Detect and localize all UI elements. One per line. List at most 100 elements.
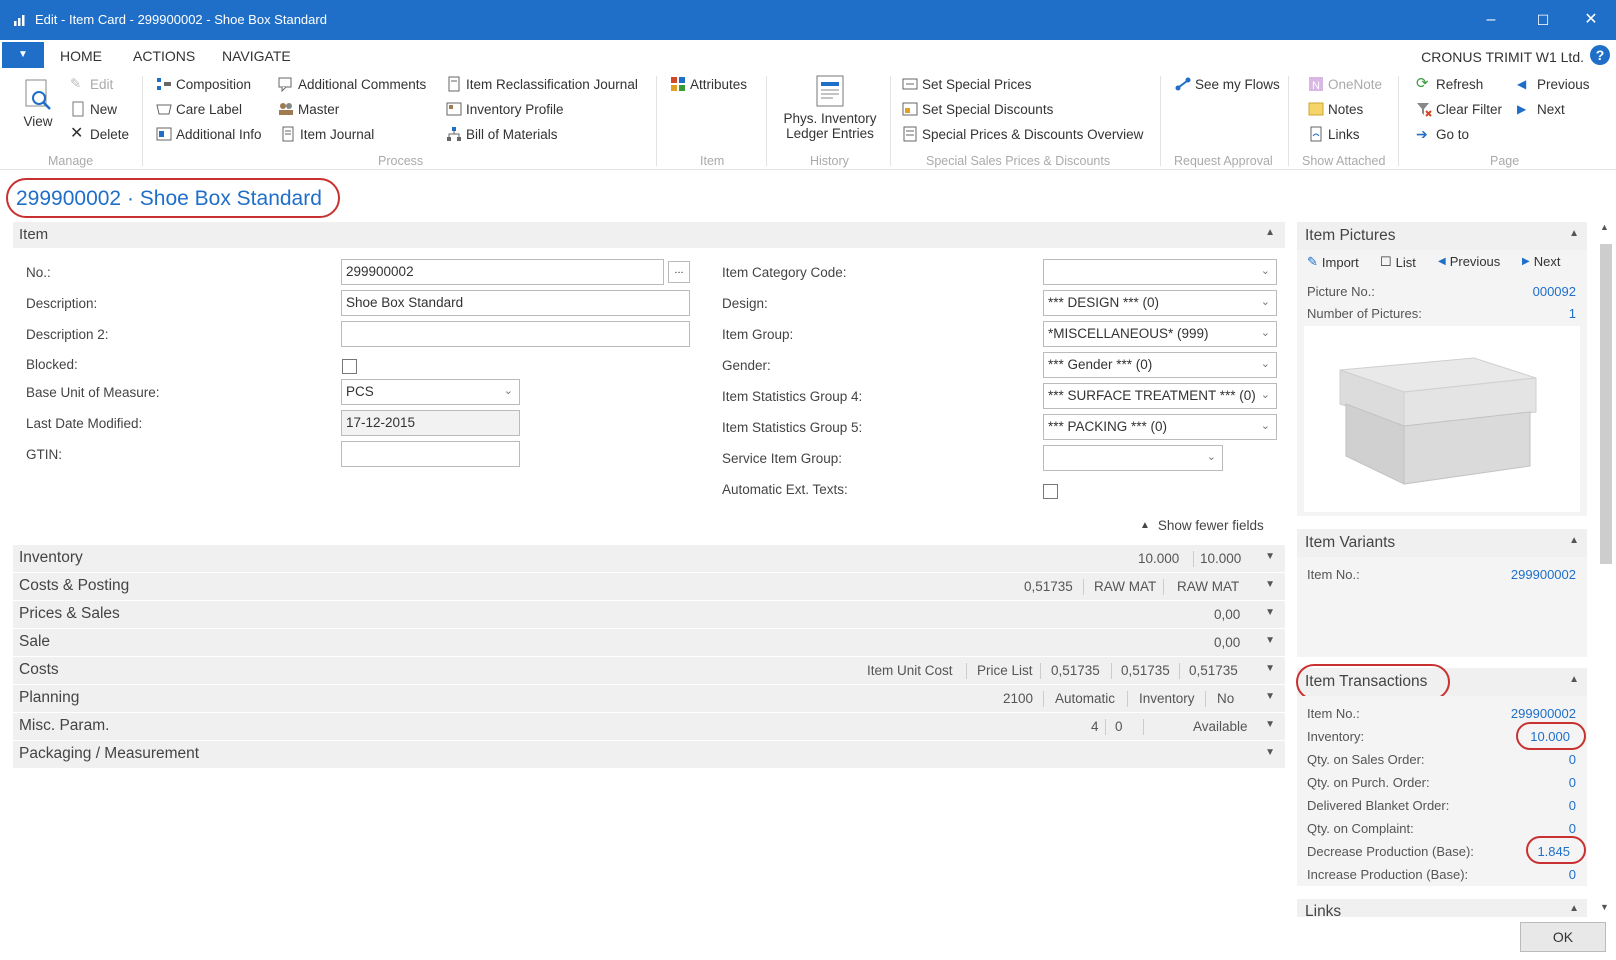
fasttab-value: Available xyxy=(1193,719,1248,734)
fasttab-sale[interactable]: Sale 0,00 ▼ xyxy=(13,629,1285,656)
factbox-header-pictures[interactable]: Item Pictures ▲ xyxy=(1297,222,1587,250)
item-reclass-journal-button[interactable]: Item Reclassification Journal xyxy=(446,76,638,92)
onenote-button[interactable]: N OneNote xyxy=(1308,76,1382,92)
base-uom-select[interactable]: PCS ⌄ xyxy=(341,379,520,405)
application-menu-button[interactable]: ▼ xyxy=(2,42,44,68)
group-select[interactable]: *MISCELLANEOUS* (999) ⌄ xyxy=(1043,321,1277,347)
new-button[interactable]: New xyxy=(70,101,117,117)
design-select[interactable]: *** DESIGN *** (0) ⌄ xyxy=(1043,290,1277,316)
maximize-button[interactable]: ☐ xyxy=(1528,8,1558,32)
description2-field[interactable] xyxy=(341,321,690,347)
fasttab-value: Price List xyxy=(977,663,1033,678)
show-fewer-fields-link[interactable]: ▲ Show fewer fields xyxy=(1140,518,1264,533)
gtin-field[interactable] xyxy=(341,441,520,467)
fasttab-costs-posting[interactable]: Costs & Posting 0,51735 RAW MAT RAW MAT … xyxy=(13,573,1285,600)
qty-complaint-value[interactable]: 0 xyxy=(1569,821,1576,836)
tab-actions[interactable]: ACTIONS xyxy=(133,48,195,64)
qty-sales-order-value[interactable]: 0 xyxy=(1569,752,1576,767)
group-label-history: History xyxy=(810,154,849,168)
fasttab-planning[interactable]: Planning 2100 Automatic Inventory No ▼ xyxy=(13,685,1285,712)
page-title: 299900002 · Shoe Box Standard xyxy=(16,187,322,210)
close-button[interactable]: ✕ xyxy=(1576,8,1606,32)
scroll-down-icon[interactable]: ▼ xyxy=(1600,902,1609,912)
fasttab-costs[interactable]: Costs Item Unit Cost Price List 0,51735 … xyxy=(13,657,1285,684)
attributes-button[interactable]: Attributes xyxy=(670,76,747,92)
assist-edit-button[interactable]: ... xyxy=(668,261,690,283)
composition-button[interactable]: Composition xyxy=(156,76,251,92)
tab-home[interactable]: HOME xyxy=(60,48,102,64)
chevron-down-icon: ▼ xyxy=(1265,607,1275,618)
description-field[interactable]: Shoe Box Standard xyxy=(341,290,690,316)
transactions-item-no-value[interactable]: 299900002 xyxy=(1511,706,1576,721)
category-select[interactable]: ⌄ xyxy=(1043,259,1277,285)
no-field[interactable]: 299900002 xyxy=(341,259,664,285)
list-pictures-button[interactable]: ☐ List xyxy=(1380,254,1416,270)
flow-icon xyxy=(1175,77,1191,91)
additional-info-button[interactable]: Additional Info xyxy=(156,126,262,142)
next-button[interactable]: ▶ Next xyxy=(1517,101,1565,117)
fasttab-prices-sales[interactable]: Prices & Sales 0,00 ▼ xyxy=(13,601,1285,628)
fasttab-title: Packaging / Measurement xyxy=(19,745,200,762)
variants-item-no-value[interactable]: 299900002 xyxy=(1511,567,1576,582)
ok-button[interactable]: OK xyxy=(1520,922,1606,952)
factbox-header-links[interactable]: Links ▲ xyxy=(1297,899,1587,917)
notes-button[interactable]: Notes xyxy=(1308,101,1363,117)
import-picture-button[interactable]: ✎ Import xyxy=(1307,254,1359,270)
auto-ext-checkbox[interactable] xyxy=(1043,484,1058,499)
fasttab-value: 0,00 xyxy=(1214,607,1241,622)
additional-info-icon xyxy=(156,127,172,141)
bill-of-materials-button[interactable]: Bill of Materials xyxy=(446,126,558,142)
phys-inventory-ledger-button[interactable]: Phys. Inventory Ledger Entries xyxy=(775,74,885,141)
master-button[interactable]: Master xyxy=(278,101,339,117)
go-to-button[interactable]: ➔ Go to xyxy=(1416,126,1469,142)
next-picture-button[interactable]: ▶ Next xyxy=(1522,254,1560,269)
factbox-header-variants[interactable]: Item Variants ▲ xyxy=(1297,529,1587,557)
previous-button[interactable]: ◀ Previous xyxy=(1517,76,1590,92)
increase-production-value[interactable]: 0 xyxy=(1569,867,1576,882)
fasttab-title: Prices & Sales xyxy=(19,605,120,622)
gender-select[interactable]: *** Gender *** (0) ⌄ xyxy=(1043,352,1277,378)
fasttab-title: Inventory xyxy=(19,549,83,566)
section-header-item[interactable]: Item ▲ xyxy=(13,222,1285,248)
special-prices-overview-button[interactable]: Special Prices & Discounts Overview xyxy=(902,126,1143,142)
discount-icon xyxy=(902,102,918,116)
help-icon[interactable]: ? xyxy=(1590,45,1610,65)
picture-no-value[interactable]: 000092 xyxy=(1533,284,1576,299)
clear-filter-button[interactable]: Clear Filter xyxy=(1416,101,1502,117)
previous-picture-button[interactable]: ◀ Previous xyxy=(1438,254,1500,269)
set-special-discounts-button[interactable]: Set Special Discounts xyxy=(902,101,1053,117)
view-button[interactable]: View xyxy=(22,78,54,129)
delivered-blanket-order-value[interactable]: 0 xyxy=(1569,798,1576,813)
delete-button[interactable]: ✕ Delete xyxy=(70,126,129,142)
links-button[interactable]: Links xyxy=(1308,126,1360,142)
service-select[interactable]: ⌄ xyxy=(1043,445,1223,471)
fasttab-misc[interactable]: Misc. Param. 4 0 Available ▼ xyxy=(13,713,1285,740)
separator xyxy=(1111,663,1112,679)
see-my-flows-button[interactable]: See my Flows xyxy=(1175,76,1280,92)
item-journal-button[interactable]: Item Journal xyxy=(280,126,374,142)
base-uom-value: PCS xyxy=(346,384,374,399)
stat5-select[interactable]: *** PACKING *** (0) ⌄ xyxy=(1043,414,1277,440)
scroll-up-icon[interactable]: ▲ xyxy=(1600,222,1609,232)
tab-navigate[interactable]: NAVIGATE xyxy=(222,48,291,64)
edit-button[interactable]: ✎ Edit xyxy=(70,76,113,92)
fasttab-inventory[interactable]: Inventory 10.000 10.000 ▼ xyxy=(13,545,1285,572)
onenote-icon: N xyxy=(1309,77,1323,92)
set-special-prices-button[interactable]: Set Special Prices xyxy=(902,76,1032,92)
delete-icon: ✕ xyxy=(70,125,84,142)
stat4-select[interactable]: *** SURFACE TREATMENT *** (0) ⌄ xyxy=(1043,383,1277,409)
ribbon-separator xyxy=(1160,76,1161,166)
care-label-button[interactable]: Care Label xyxy=(156,101,242,117)
num-pictures-value[interactable]: 1 xyxy=(1569,306,1576,321)
inventory-profile-button[interactable]: Inventory Profile xyxy=(446,101,564,117)
group-label: Item Group: xyxy=(722,327,794,342)
qty-purch-order-value[interactable]: 0 xyxy=(1569,775,1576,790)
fasttab-packaging[interactable]: Packaging / Measurement ▼ xyxy=(13,741,1285,768)
blocked-checkbox[interactable] xyxy=(342,359,357,374)
additional-comments-button[interactable]: Additional Comments xyxy=(278,76,426,92)
highlight-ellipse xyxy=(1296,664,1450,700)
refresh-button[interactable]: ⟳ Refresh xyxy=(1416,76,1483,92)
scrollbar-thumb[interactable] xyxy=(1600,244,1612,564)
qty-sales-order-label: Qty. on Sales Order: xyxy=(1307,752,1425,767)
minimize-button[interactable]: – xyxy=(1476,8,1506,32)
